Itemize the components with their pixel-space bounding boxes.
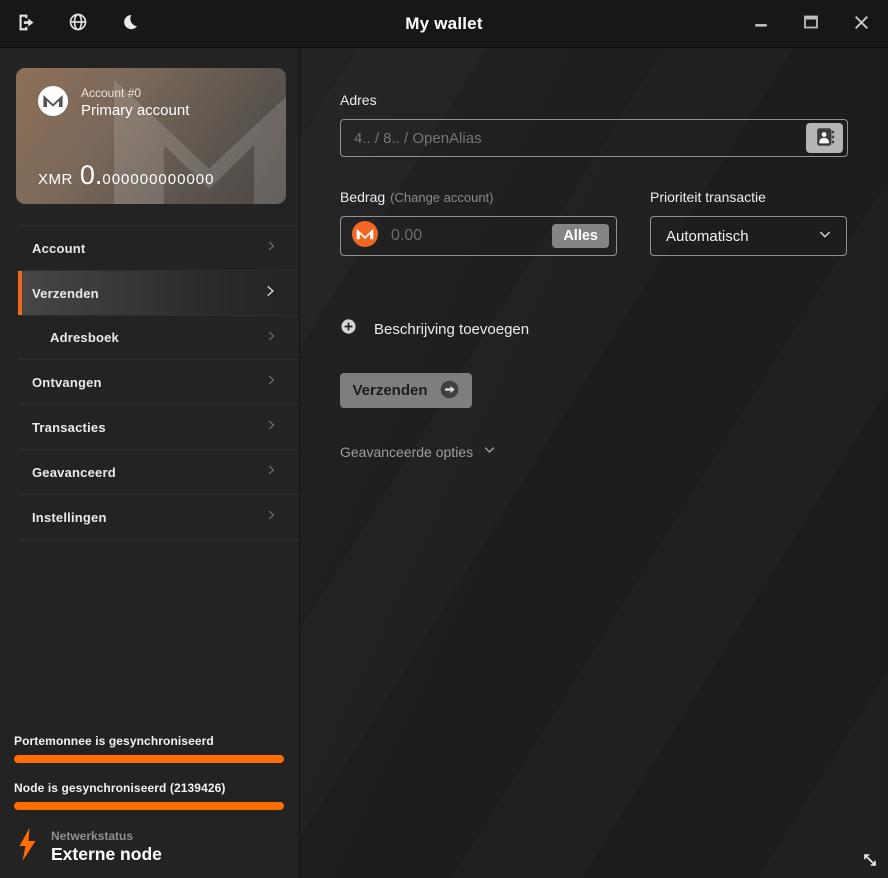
balance-currency: XMR: [38, 171, 73, 188]
wallet-sync-progressbar: [14, 755, 284, 763]
address-field: [340, 119, 848, 157]
network-status-value: Externe node: [51, 844, 162, 865]
address-input[interactable]: [341, 120, 847, 156]
sidebar-item-transacties[interactable]: Transacties: [18, 405, 299, 450]
send-page: Adres Bedrag(Change account) Alles: [300, 48, 888, 878]
node-sync-label: Node is gesynchroniseerd (2139426): [14, 781, 284, 795]
chevron-right-icon: [265, 329, 277, 347]
address-book-button[interactable]: [806, 123, 843, 153]
account-name: Primary account: [81, 102, 189, 119]
monero-logo: [38, 86, 68, 121]
address-label: Adres: [340, 92, 848, 108]
minimize-icon: [752, 13, 770, 34]
chevron-right-icon: [265, 418, 277, 436]
language-button[interactable]: [67, 13, 89, 35]
sidebar-item-geavanceerd[interactable]: Geavanceerd: [18, 450, 299, 495]
sidebar-menu: Account Verzenden Adresboek Ontvangen Tr…: [18, 225, 299, 540]
network-status[interactable]: Netwerkstatus Externe node: [14, 828, 284, 866]
sign-out-icon: [16, 12, 37, 36]
wallet-sync-label: Portemonnee is gesynchroniseerd: [14, 734, 284, 748]
priority-select[interactable]: Automatisch: [650, 216, 847, 256]
sidebar: Account #0 Primary account XMR 0. 000000…: [0, 48, 300, 878]
advanced-options-label: Geavanceerde opties: [340, 444, 473, 460]
sidebar-item-account[interactable]: Account: [18, 226, 299, 271]
minimize-button[interactable]: [750, 13, 772, 35]
monero-wallet-window: My wallet: [0, 0, 888, 878]
theme-toggle-button[interactable]: [119, 13, 141, 35]
balance-decimals: 000000000000: [102, 171, 214, 188]
account-balance: XMR 0. 000000000000: [38, 160, 214, 191]
add-description-button[interactable]: Beschrijving toevoegen: [340, 318, 529, 340]
sync-status: Portemonnee is gesynchroniseerd Node is …: [14, 734, 284, 866]
titlebar-left-actions: [0, 13, 141, 35]
globe-icon: [68, 12, 88, 35]
chevron-right-icon: [265, 373, 277, 391]
chevron-right-icon: [263, 284, 277, 303]
sidebar-item-adresboek[interactable]: Adresboek: [18, 316, 299, 360]
account-card[interactable]: Account #0 Primary account XMR 0. 000000…: [16, 68, 286, 204]
amount-label: Bedrag(Change account): [340, 189, 617, 205]
amount-input[interactable]: [378, 227, 552, 245]
lightning-icon: [19, 828, 36, 866]
account-number: Account #0: [81, 86, 189, 100]
plus-circle-icon: [340, 318, 357, 340]
priority-label: Prioriteit transactie: [650, 189, 847, 205]
network-status-label: Netwerkstatus: [51, 829, 162, 843]
chevron-right-icon: [265, 508, 277, 526]
close-icon: [852, 13, 871, 35]
maximize-button[interactable]: [800, 13, 822, 35]
amount-field: Alles: [340, 216, 617, 256]
moon-icon: [121, 13, 139, 34]
add-description-label: Beschrijving toevoegen: [374, 321, 529, 338]
sign-out-button[interactable]: [15, 13, 37, 35]
send-button[interactable]: Verzenden: [340, 373, 472, 408]
arrow-right-circle-icon: [439, 379, 460, 403]
maximize-icon: [802, 13, 820, 34]
advanced-options-toggle[interactable]: Geavanceerde opties: [340, 442, 497, 462]
sidebar-item-ontvangen[interactable]: Ontvangen: [18, 360, 299, 405]
change-account-link[interactable]: (Change account): [390, 190, 493, 205]
sidebar-item-verzenden[interactable]: Verzenden: [18, 271, 299, 316]
node-sync-progressbar: [14, 802, 284, 810]
chevron-right-icon: [265, 463, 277, 481]
priority-selected-value: Automatisch: [666, 228, 749, 245]
close-button[interactable]: [850, 13, 872, 35]
address-book-icon: [814, 126, 836, 151]
resize-handle[interactable]: [860, 850, 880, 870]
sidebar-item-instellingen[interactable]: Instellingen: [18, 495, 299, 540]
window-controls: [750, 13, 888, 35]
chevron-down-icon: [482, 442, 497, 462]
chevron-right-icon: [265, 239, 277, 257]
resize-diagonal-icon: [860, 857, 880, 874]
monero-coin-icon: [352, 221, 378, 252]
balance-whole: 0.: [80, 160, 103, 191]
titlebar: My wallet: [0, 0, 888, 48]
send-all-button[interactable]: Alles: [552, 224, 609, 248]
window-title: My wallet: [405, 14, 482, 34]
chevron-down-icon: [817, 226, 833, 247]
